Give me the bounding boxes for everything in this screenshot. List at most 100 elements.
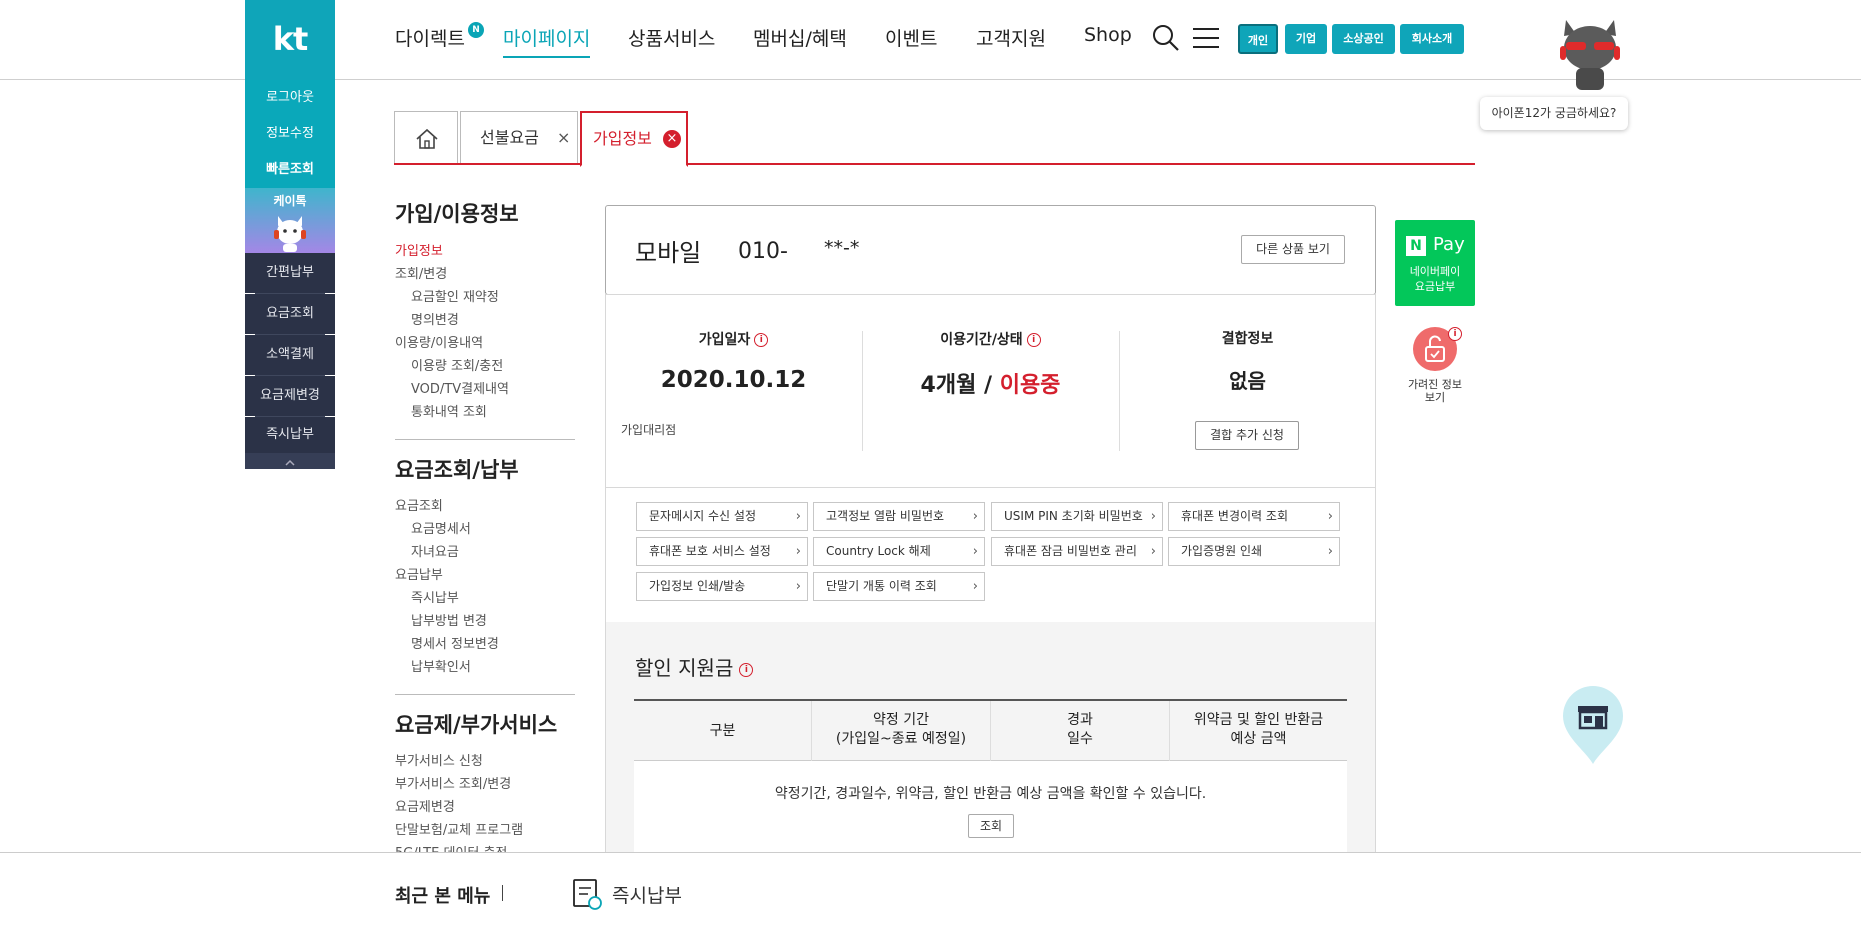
instant-pay-link[interactable]: 즉시납부: [245, 417, 335, 453]
tab-prepaid-label: 선불요금: [480, 128, 539, 147]
link-phone-protect[interactable]: 휴대폰 보호 서비스 설정 ›: [636, 537, 808, 566]
side-item-join-info[interactable]: 가입정보: [395, 240, 443, 259]
store-locator-icon[interactable]: [1561, 684, 1625, 766]
recent-item-instant-pay[interactable]: 즉시납부: [612, 881, 682, 908]
recent-menu-bar: 최근 본 메뉴 즉시납부: [0, 852, 1861, 934]
summary-panel: 가입일자 i 2020.10.12 가입대리점 이용기간/상태 i 4개월 / 이용…: [605, 294, 1376, 488]
join-date-value: 2020.10.12: [660, 367, 807, 393]
quick-lookup-link[interactable]: 빠른조회: [245, 152, 335, 188]
side-item-usage[interactable]: 이용량/이용내역: [395, 332, 483, 351]
side-item-child-bill[interactable]: 자녀요금: [411, 541, 459, 560]
search-icon[interactable]: [1152, 24, 1180, 52]
product-header-card: 모바일 010- **-* 다른 상품 보기: [605, 205, 1376, 295]
tab-join-info[interactable]: 가입정보 ×: [580, 111, 688, 167]
col-header-penalty: 위약금 및 할인 반환금 예상 금액: [1193, 712, 1324, 747]
side-item-usage-charge[interactable]: 이용량 조회/충전: [411, 355, 503, 374]
other-product-button[interactable]: 다른 상품 보기: [1241, 235, 1345, 264]
gnb-shop[interactable]: Shop: [1084, 24, 1132, 46]
side-item-recontract[interactable]: 요금할인 재약정: [411, 286, 499, 305]
logout-link[interactable]: 로그아웃: [245, 80, 335, 116]
side-item-addon-change[interactable]: 부가서비스 조회/변경: [395, 773, 511, 792]
side-item-addon-apply[interactable]: 부가서비스 신청: [395, 750, 483, 769]
status-text: 이용중: [999, 373, 1061, 398]
easy-pay-link[interactable]: 간편납부: [245, 253, 335, 293]
naver-pay-banner[interactable]: N Pay 네이버페이 요금납부: [1395, 220, 1475, 306]
link-join-certificate[interactable]: 가입증명원 인쇄 ›: [1168, 537, 1340, 566]
home-icon: [416, 128, 438, 149]
info-icon[interactable]: i: [739, 662, 754, 677]
ktalk-character-icon: [274, 216, 306, 252]
close-icon[interactable]: ×: [557, 112, 570, 164]
info-icon[interactable]: i: [1448, 327, 1462, 341]
bundle-add-button[interactable]: 결합 추가 신청: [1195, 421, 1299, 450]
quick-links-panel: 문자메시지 수신 설정 › 고객정보 열람 비밀번호 › USIM PIN 초기화 …: [605, 487, 1376, 623]
phone-masked: **-*: [824, 237, 860, 259]
edit-info-link[interactable]: 정보수정: [245, 116, 335, 152]
segment-company[interactable]: 회사소개: [1400, 24, 1464, 54]
discount-table: 구분 약정 기간 (가입일~종료 예정일) 경과 일수 위약금 및 할인 반환금 예상…: [634, 699, 1347, 852]
link-sms-setting[interactable]: 문자메시지 수신 설정 ›: [636, 502, 808, 531]
lookup-button[interactable]: 조회: [968, 814, 1014, 838]
kt-logo[interactable]: kt: [245, 0, 335, 80]
link-country-lock[interactable]: Country Lock 해제 ›: [813, 537, 985, 566]
side-item-statement[interactable]: 요금명세서: [411, 518, 471, 537]
gnb-membership[interactable]: 멤버십/혜택: [753, 24, 847, 51]
micropay-link[interactable]: 소액결제: [245, 335, 335, 375]
discount-notice: 약정기간, 경과일수, 위약금, 할인 반환금 예상 금액을 확인할 수 있습니…: [774, 786, 1207, 802]
phone-prefix: 010-: [738, 239, 788, 264]
collapse-chevron-icon[interactable]: [245, 453, 335, 469]
info-icon[interactable]: i: [1026, 333, 1041, 347]
side-item-payment[interactable]: 요금납부: [395, 564, 443, 583]
promo-character-icon[interactable]: [1550, 14, 1630, 96]
link-phone-change-history[interactable]: 휴대폰 변경이력 조회 ›: [1168, 502, 1340, 531]
instant-pay-doc-icon: [572, 878, 602, 910]
link-lock-password[interactable]: 휴대폰 잠금 비밀번호 관리 ›: [991, 537, 1163, 566]
menu-icon[interactable]: [1193, 26, 1219, 50]
side-item-lookup-change[interactable]: 조회/변경: [395, 263, 447, 282]
agency-label: 가입대리점: [621, 423, 677, 437]
ktalk-banner[interactable]: 케이톡: [245, 188, 335, 253]
side-item-pay-confirm[interactable]: 납부확인서: [411, 656, 471, 675]
link-view-password[interactable]: 고객정보 열람 비밀번호 ›: [813, 502, 985, 531]
col-header-elapsed: 경과 일수: [1067, 712, 1093, 747]
link-usim-pin[interactable]: USIM PIN 초기화 비밀번호 ›: [991, 502, 1163, 531]
link-device-history[interactable]: 단말기 개통 이력 조회 ›: [813, 572, 985, 601]
side-item-call-history[interactable]: 통화내역 조회: [411, 401, 487, 420]
segment-personal[interactable]: 개인: [1238, 24, 1278, 54]
info-icon[interactable]: i: [754, 333, 769, 347]
tab-prepaid[interactable]: 선불요금 ×: [460, 111, 578, 163]
gnb-mypage[interactable]: 마이페이지: [503, 24, 591, 58]
promo-bubble[interactable]: 아이폰12가 궁금하세요?: [1480, 97, 1628, 130]
segment-business[interactable]: 기업: [1285, 24, 1327, 54]
gnb-products[interactable]: 상품서비스: [628, 24, 715, 51]
period-label: 이용기간/상태 i: [862, 329, 1119, 349]
gnb-event[interactable]: 이벤트: [885, 24, 937, 51]
side-menu-title: 가입/이용정보: [395, 202, 519, 226]
close-circle-icon[interactable]: ×: [663, 130, 681, 148]
side-item-vod[interactable]: VOD/TV결제내역: [411, 378, 509, 397]
page-tabs: 선불요금 × 가입정보 ×: [394, 111, 1475, 167]
bundle-value: 없음: [1229, 369, 1266, 393]
gnb-direct[interactable]: 다이렉트: [395, 24, 465, 51]
side-item-instant-pay[interactable]: 즉시납부: [411, 587, 459, 606]
discount-title: 할인 지원금 i: [635, 652, 754, 681]
join-date-label: 가입일자 i: [606, 329, 861, 349]
tab-home[interactable]: [394, 111, 458, 163]
side-item-insurance[interactable]: 단말보험/교체 프로그램: [395, 819, 523, 838]
segment-smallbiz[interactable]: 소상공인: [1332, 24, 1395, 54]
side-item-plan-change[interactable]: 요금제변경: [395, 796, 455, 815]
side-item-bill-lookup[interactable]: 요금조회: [395, 495, 443, 514]
gnb-support[interactable]: 고객지원: [976, 24, 1046, 51]
period-value: 4개월 / 이용중: [920, 373, 1061, 398]
side-item-statement-info[interactable]: 명세서 정보변경: [411, 633, 499, 652]
col-header-period: 약정 기간 (가입일~종료 예정일): [835, 712, 967, 747]
bill-lookup-link[interactable]: 요금조회: [245, 294, 335, 334]
hidden-info-label[interactable]: 가려진 정보 보기: [1395, 378, 1475, 404]
naver-logo: N: [1406, 236, 1426, 256]
recent-menu-label: 최근 본 메뉴: [395, 886, 491, 907]
side-item-pay-method[interactable]: 납부방법 변경: [411, 610, 487, 629]
link-join-info-print[interactable]: 가입정보 인쇄/발송 ›: [636, 572, 808, 601]
side-item-name-change[interactable]: 명의변경: [411, 309, 459, 328]
plan-change-link[interactable]: 요금제변경: [245, 376, 335, 416]
new-badge: N: [468, 22, 484, 38]
